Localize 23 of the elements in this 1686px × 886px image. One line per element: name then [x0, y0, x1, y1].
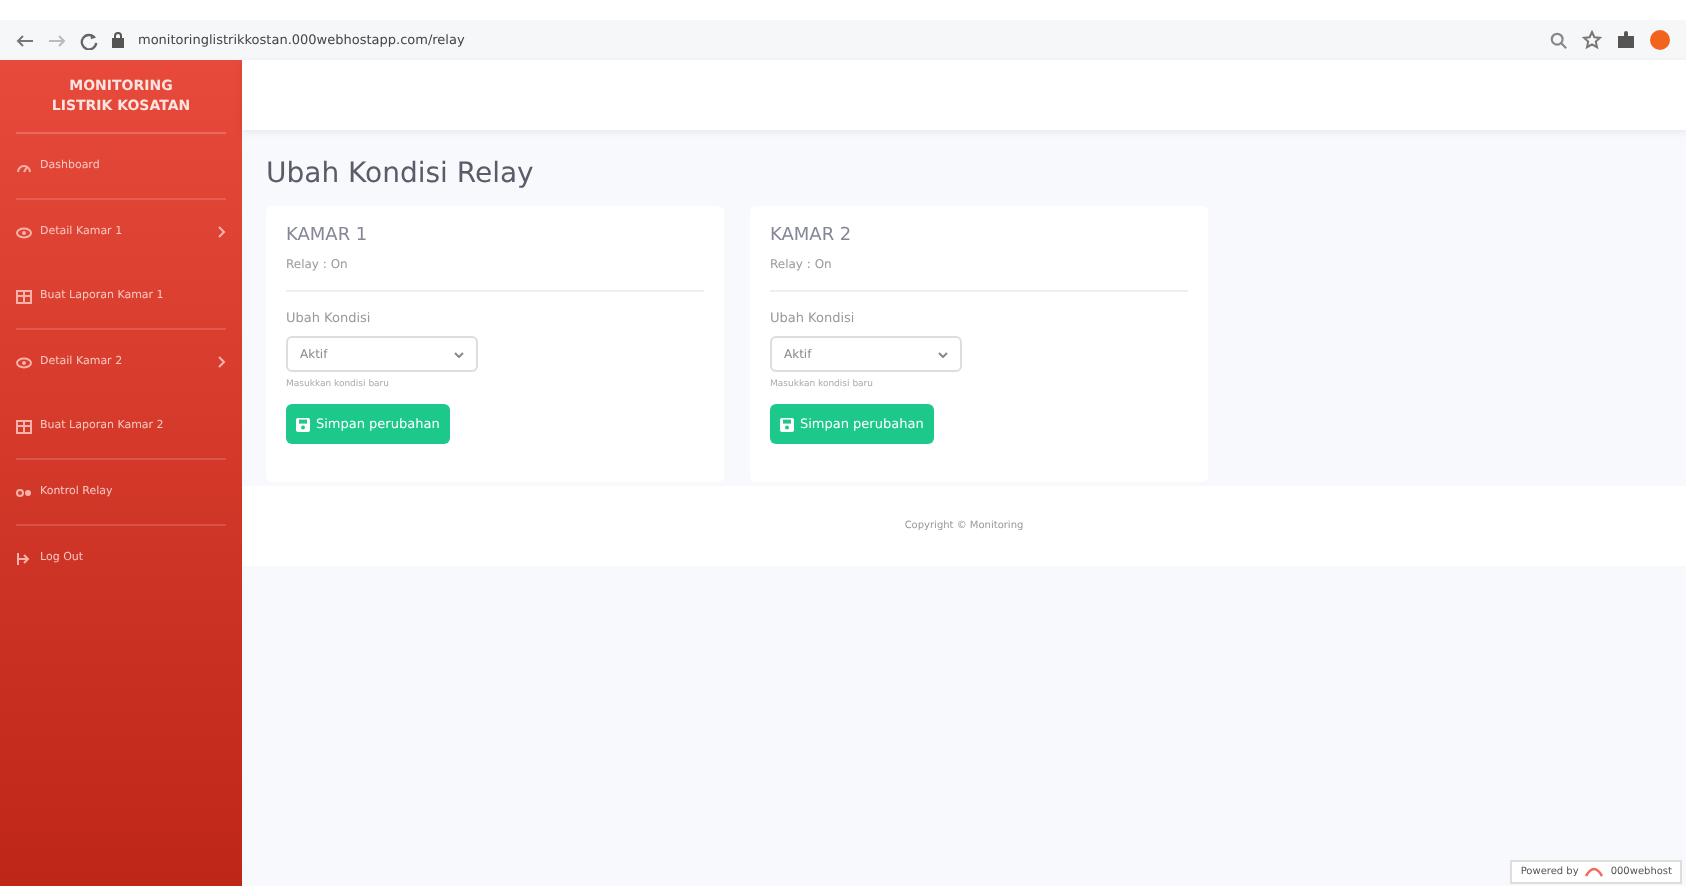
logo-icon [1584, 866, 1605, 878]
zoom-icon[interactable] [1550, 31, 1568, 49]
table-icon [16, 419, 32, 433]
card-title: KAMAR 1 [286, 226, 368, 246]
page-title: Ubah Kondisi Relay [266, 158, 536, 190]
lock-icon [112, 32, 124, 48]
chevron-icon [218, 356, 226, 368]
save-icon [780, 417, 794, 431]
eye-icon [16, 355, 32, 369]
chevron-icon [218, 226, 226, 238]
table-icon [16, 289, 32, 303]
logout-icon [16, 551, 32, 565]
profile-avatar[interactable] [1650, 30, 1670, 50]
chevron-icon [938, 351, 948, 357]
toggle-icon [16, 485, 32, 499]
eye-icon [16, 225, 32, 239]
card-title: KAMAR 2 [770, 226, 852, 246]
back-icon[interactable] [16, 33, 34, 47]
save-icon [296, 417, 310, 431]
star-icon[interactable] [1582, 30, 1602, 50]
chevron-icon [454, 351, 464, 357]
reload-icon[interactable] [80, 31, 98, 49]
gauge-icon [16, 159, 32, 173]
